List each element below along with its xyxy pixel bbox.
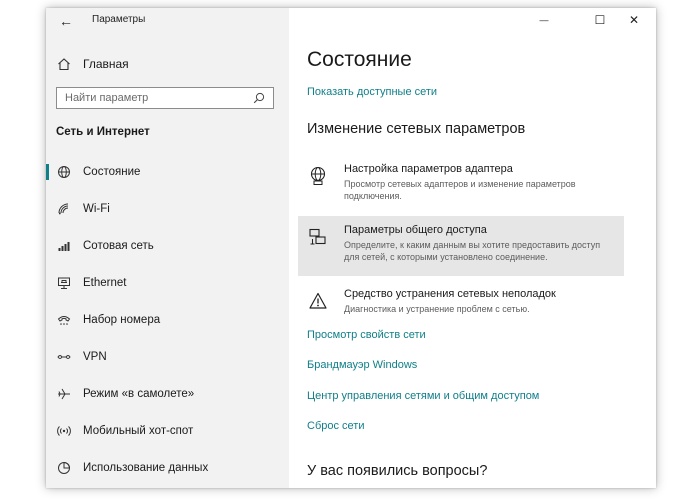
wifi-icon xyxy=(56,201,72,217)
sidebar-item-airplane[interactable]: Режим «в самолете» xyxy=(46,375,289,412)
search-input[interactable] xyxy=(57,88,251,108)
back-button[interactable]: ← xyxy=(56,12,76,30)
sidebar-item-label: Wi-Fi xyxy=(83,202,110,215)
maximize-icon: ☐ xyxy=(594,13,606,27)
sidebar-item-status[interactable]: Состояние xyxy=(46,153,289,190)
sidebar-item-cellular[interactable]: Сотовая сеть xyxy=(46,227,289,264)
sidebar-item-label: Сотовая сеть xyxy=(83,239,154,252)
warning-icon xyxy=(308,291,328,311)
ethernet-icon xyxy=(56,275,72,291)
data-usage-icon xyxy=(56,460,72,476)
network-properties-link[interactable]: Просмотр свойств сети xyxy=(307,329,426,341)
section-title: Сеть и Интернет xyxy=(56,126,150,138)
sidebar-item-label: Состояние xyxy=(83,165,141,178)
maximize-button[interactable]: ☐ xyxy=(585,10,615,30)
option-sharing-settings[interactable]: Параметры общего доступа Определите, к к… xyxy=(298,216,624,276)
option-description: Определите, к каким данным вы хотите пре… xyxy=(344,240,601,262)
home-icon xyxy=(56,56,72,72)
option-title: Параметры общего доступа xyxy=(344,224,487,236)
change-settings-heading: Изменение сетевых параметров xyxy=(307,121,526,137)
window-title: Параметры xyxy=(92,14,146,25)
settings-window: ← Параметры Главная Сеть и Интернет Сост… xyxy=(46,8,656,488)
hotspot-icon xyxy=(56,423,72,439)
cellular-icon xyxy=(56,238,72,254)
page-title: Состояние xyxy=(307,48,412,71)
sidebar-item-wifi[interactable]: Wi-Fi xyxy=(46,190,289,227)
option-adapter-settings[interactable]: Настройка параметров адаптера Просмотр с… xyxy=(298,155,624,210)
sidebar-item-label: Набор номера xyxy=(83,313,161,326)
show-networks-link[interactable]: Показать доступные сети xyxy=(307,86,437,98)
sidebar-item-label: Мобильный хот-спот xyxy=(83,424,194,437)
network-center-link[interactable]: Центр управления сетями и общим доступом xyxy=(307,390,539,402)
network-reset-link[interactable]: Сброс сети xyxy=(307,420,364,432)
dialup-icon xyxy=(56,312,72,328)
option-troubleshooter[interactable]: Средство устранения сетевых неполадок Ди… xyxy=(298,280,624,323)
sidebar-item-label: Режим «в самолете» xyxy=(83,387,195,400)
minimize-button[interactable]: — xyxy=(529,10,559,30)
vpn-icon xyxy=(56,349,72,365)
sharing-icon xyxy=(308,227,328,247)
sidebar-item-label: Использование данных xyxy=(83,461,209,474)
sidebar-item-hotspot[interactable]: Мобильный хот-спот xyxy=(46,412,289,449)
home-label: Главная xyxy=(83,57,129,71)
adapter-icon xyxy=(308,166,328,186)
close-icon: ✕ xyxy=(628,13,640,27)
nav-list: Состояние Wi-Fi Сотовая сеть Ethernet На… xyxy=(46,153,289,486)
sidebar-item-data-usage[interactable]: Использование данных xyxy=(46,449,289,486)
sidebar-item-label: VPN xyxy=(83,350,107,363)
option-title: Средство устранения сетевых неполадок xyxy=(344,288,556,300)
firewall-link[interactable]: Брандмауэр Windows xyxy=(307,359,417,371)
minimize-icon: — xyxy=(539,15,549,25)
search-icon[interactable] xyxy=(251,92,267,104)
sidebar-item-label: Ethernet xyxy=(83,276,127,289)
sidebar: ← Параметры Главная Сеть и Интернет Сост… xyxy=(46,8,289,488)
sidebar-item-ethernet[interactable]: Ethernet xyxy=(46,264,289,301)
globe-icon xyxy=(56,164,72,180)
search-box[interactable] xyxy=(56,87,274,109)
option-description: Диагностика и устранение проблем с сетью… xyxy=(344,304,530,314)
sidebar-item-dialup[interactable]: Набор номера xyxy=(46,301,289,338)
close-button[interactable]: ✕ xyxy=(619,10,649,30)
nav-home[interactable]: Главная xyxy=(56,54,129,74)
main-content: — ☐ ✕ Состояние Показать доступные сети … xyxy=(289,8,656,488)
questions-heading: У вас появились вопросы? xyxy=(307,463,488,479)
option-title: Настройка параметров адаптера xyxy=(344,163,513,175)
sidebar-item-vpn[interactable]: VPN xyxy=(46,338,289,375)
option-description: Просмотр сетевых адаптеров и изменение п… xyxy=(344,179,576,201)
airplane-icon xyxy=(56,386,72,402)
back-arrow-icon: ← xyxy=(59,13,73,29)
